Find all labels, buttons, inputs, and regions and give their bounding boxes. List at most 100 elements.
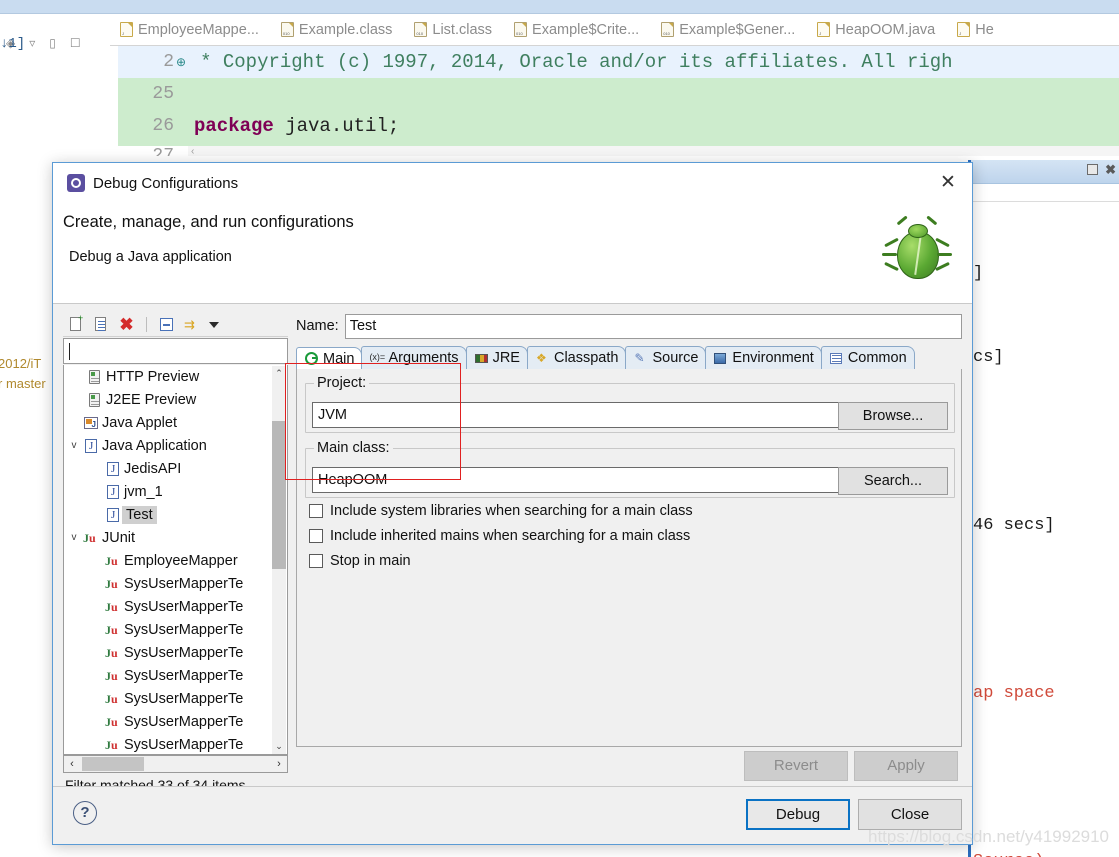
help-icon[interactable]: ?: [73, 801, 97, 825]
editor-tab-4[interactable]: 010 Example$Gener...: [651, 15, 807, 45]
tree-item-sysusermappertest-1[interactable]: Ju SysUserMapperTe: [64, 572, 287, 595]
editor-tab-6[interactable]: J He: [947, 15, 1006, 45]
junit-icon: Ju: [105, 599, 118, 614]
chevron-down-icon[interactable]: v: [66, 440, 82, 451]
chevron-down-icon[interactable]: [209, 321, 219, 328]
tree-item-java-application[interactable]: v Java Application: [64, 434, 287, 457]
tab-label: Source: [652, 350, 699, 366]
search-button[interactable]: Search...: [838, 467, 948, 495]
class-file-icon: 010: [661, 22, 675, 37]
view-menu-icon[interactable]: ▿: [29, 37, 35, 49]
revert-button[interactable]: Revert: [744, 751, 848, 781]
editor-tab-label: Example$Crite...: [532, 21, 640, 38]
scrollbar-thumb[interactable]: [82, 757, 144, 771]
browse-button[interactable]: Browse...: [838, 402, 948, 430]
editor-tab-1[interactable]: 010 Example.class: [271, 15, 404, 45]
main-tab-content: Project: JVM Browse... Main class: HeapO…: [296, 369, 962, 747]
console-line: ]: [973, 264, 984, 283]
editor-tab-5[interactable]: J HeapOOM.java: [807, 15, 947, 45]
chevron-down-icon[interactable]: v: [66, 532, 82, 543]
scroll-left-icon[interactable]: ‹: [191, 146, 194, 156]
checkbox-include-system-libraries[interactable]: Include system libraries when searching …: [309, 503, 693, 519]
footer-buttons: Debug Close: [746, 799, 962, 830]
editor-tab-3[interactable]: 010 Example$Crite...: [504, 15, 651, 45]
code-editor[interactable]: 2 ⊕ * Copyright (c) 1997, 2014, Oracle an…: [110, 46, 1119, 156]
junit-icon: Ju: [105, 576, 118, 591]
editor-tab-label: List.class: [432, 21, 493, 38]
tree-item-sysusermappertest-2[interactable]: Ju SysUserMapperTe: [64, 595, 287, 618]
tab-jre[interactable]: JRE: [465, 346, 528, 369]
tree-item-jvm-1[interactable]: jvm_1: [64, 480, 287, 503]
tree-item-java-applet[interactable]: Java Applet: [64, 411, 287, 434]
new-launch-configuration-icon[interactable]: +: [67, 314, 86, 334]
tree-item-sysusermappertest-3[interactable]: Ju SysUserMapperTe: [64, 618, 287, 641]
ide-main-toolbar[interactable]: [0, 0, 1119, 14]
console-header-buttons[interactable]: ✖: [1087, 163, 1116, 176]
scroll-left-icon[interactable]: ‹: [64, 756, 80, 772]
configuration-tab-row[interactable]: Main (x)= Arguments JRE ❖ Classpath ✎ So…: [296, 346, 962, 370]
tab-environment[interactable]: Environment: [705, 346, 822, 369]
project-input[interactable]: JVM: [312, 402, 860, 428]
close-icon[interactable]: ✕: [936, 172, 960, 194]
tree-item-http-preview[interactable]: HTTP Preview: [64, 365, 287, 388]
tree-toolbar[interactable]: + ✖ ⇉: [63, 313, 288, 337]
console-output: ] cs] 46 secs] ap space Source) Source) …: [973, 204, 1119, 857]
tree-item-sysusermappertest-8[interactable]: Ju SysUserMapperTe: [64, 733, 287, 754]
tree-item-j2ee-preview[interactable]: J2EE Preview: [64, 388, 287, 411]
tab-source[interactable]: ✎ Source: [625, 346, 707, 369]
maximize-icon[interactable]: ☐: [70, 37, 81, 49]
tab-classpath[interactable]: ❖ Classpath: [526, 346, 627, 369]
tree-item-test[interactable]: Test: [64, 503, 287, 526]
editor-tab-0[interactable]: J EmployeeMappe...: [110, 15, 271, 45]
checkbox-box[interactable]: [309, 529, 323, 543]
filter-input[interactable]: [63, 338, 288, 364]
editor-tab-2[interactable]: 010 List.class: [404, 15, 504, 45]
apply-button[interactable]: Apply: [854, 751, 958, 781]
tab-label: JRE: [492, 350, 520, 366]
duplicate-icon[interactable]: [92, 315, 111, 334]
scrollbar-thumb[interactable]: [272, 421, 286, 569]
tab-main[interactable]: Main: [296, 347, 363, 370]
name-input[interactable]: Test: [344, 313, 962, 339]
tree-item-label: HTTP Preview: [106, 368, 200, 385]
debug-button[interactable]: Debug: [746, 799, 850, 830]
checkbox-stop-in-main[interactable]: Stop in main: [309, 553, 411, 569]
scroll-down-icon[interactable]: ⌄: [272, 739, 286, 754]
tree-item-sysusermappertest-4[interactable]: Ju SysUserMapperTe: [64, 641, 287, 664]
tree-item-sysusermappertest-5[interactable]: Ju SysUserMapperTe: [64, 664, 287, 687]
minimize-icon[interactable]: ▯: [49, 37, 56, 49]
scroll-up-icon[interactable]: ⌃: [272, 366, 286, 381]
tree-horizontal-scrollbar[interactable]: ‹ ›: [63, 755, 288, 773]
editor-horizontal-scrollbar[interactable]: ‹: [188, 146, 1119, 156]
folding-marker-icon[interactable]: ⊕: [176, 55, 186, 70]
console-toolbar[interactable]: [971, 184, 1119, 202]
junit-icon: Ju: [105, 622, 118, 637]
checkbox-box[interactable]: [309, 504, 323, 518]
editor-tab-strip[interactable]: J EmployeeMappe... 010 Example.class 010…: [110, 14, 1119, 46]
jre-tab-icon: [474, 351, 489, 366]
code-text: * Copyright (c) 1997, 2014, Oracle and/o…: [200, 51, 953, 73]
tab-arguments[interactable]: (x)= Arguments: [361, 346, 467, 369]
delete-red-x-icon[interactable]: ✖: [117, 315, 136, 334]
dialog-title-bar[interactable]: Debug Configurations ✕: [53, 163, 972, 203]
close-icon[interactable]: ✖: [1105, 163, 1116, 176]
checkbox-include-inherited-mains[interactable]: Include inherited mains when searching f…: [309, 528, 690, 544]
tab-common[interactable]: Common: [820, 346, 915, 369]
tree-item-sysusermappertest-7[interactable]: Ju SysUserMapperTe: [64, 710, 287, 733]
tree-vertical-scrollbar[interactable]: ⌃ ⌄: [272, 366, 286, 754]
filter-arrows-icon[interactable]: ⇉: [182, 315, 201, 334]
launch-configuration-tree[interactable]: HTTP Preview J2EE Preview Java Applet v …: [63, 365, 288, 755]
checkbox-box[interactable]: [309, 554, 323, 568]
line-number: 27: [152, 146, 174, 156]
tree-item-jedisapi[interactable]: JedisAPI: [64, 457, 287, 480]
tree-item-employeemapper[interactable]: Ju EmployeeMapper: [64, 549, 287, 572]
close-button[interactable]: Close: [858, 799, 962, 830]
tree-item-junit[interactable]: v Ju JUnit: [64, 526, 287, 549]
scroll-right-icon[interactable]: ›: [271, 756, 287, 772]
collapse-all-icon[interactable]: [157, 315, 176, 334]
minimize-icon[interactable]: [1087, 164, 1099, 175]
main-class-input[interactable]: HeapOOM: [312, 467, 860, 493]
tree-item-sysusermappertest-6[interactable]: Ju SysUserMapperTe: [64, 687, 287, 710]
source-tab-icon: ✎: [634, 350, 645, 365]
